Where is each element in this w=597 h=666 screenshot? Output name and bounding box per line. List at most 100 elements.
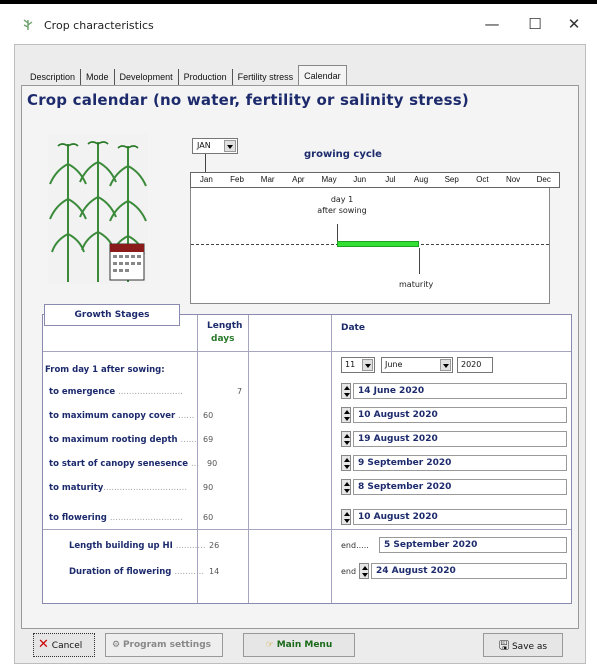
stage-label: to maximum canopy cover xyxy=(49,411,176,421)
tab-development[interactable]: Development xyxy=(115,69,179,85)
month-mar: Mar xyxy=(260,175,275,184)
length-header: Length xyxy=(207,321,243,331)
col-sep-3 xyxy=(331,315,332,603)
tab-mode[interactable]: Mode xyxy=(81,69,115,85)
stage-label: to maximum rooting depth xyxy=(49,435,178,445)
window-title: Crop characteristics xyxy=(44,19,154,32)
tab-production[interactable]: Production xyxy=(179,69,233,85)
header-sep xyxy=(43,351,571,352)
date-header: Date xyxy=(341,323,365,333)
month-aug: Aug xyxy=(413,175,429,184)
stage-label: to emergence xyxy=(49,387,116,397)
main-menu-button[interactable]: ☞ Main Menu xyxy=(243,633,355,657)
stage-dots: ........................... xyxy=(109,513,183,523)
sow-month-select[interactable]: June xyxy=(381,357,453,373)
stage-date: 19 August 2020 xyxy=(353,431,567,447)
from-day1-label: From day 1 after sowing: xyxy=(45,365,165,375)
cancel-label: Cancel xyxy=(51,641,83,651)
end-label: end..... xyxy=(341,541,369,550)
stage-date: 5 September 2020 xyxy=(379,537,567,553)
sow-day-select[interactable]: 11 xyxy=(341,357,375,373)
cancel-button[interactable]: ✕ Cancel xyxy=(33,633,95,657)
day1-label: day 1 after sowing xyxy=(317,195,367,215)
month-jun: Jun xyxy=(353,175,367,184)
stage-length: 60 xyxy=(203,513,214,522)
stage-length: 69 xyxy=(203,435,214,444)
stage-dots: ...... xyxy=(180,435,197,445)
growing-cycle-label: growing cycle xyxy=(304,149,382,160)
minimize-button[interactable]: — xyxy=(480,14,504,34)
close-button[interactable]: ✕ xyxy=(562,14,586,34)
chevron-down-icon[interactable] xyxy=(362,359,373,371)
date-spinner[interactable] xyxy=(359,563,369,579)
month-axis: Jan Feb Mar Apr May Jun Jul Aug Sep Oct … xyxy=(190,172,560,188)
stage-dots: ... xyxy=(190,459,200,469)
bottom-toolbar: ✕ Cancel ⚙ Program settings ☞ Main Menu … xyxy=(21,633,579,659)
stage-label: to start of canopy senesence xyxy=(49,459,189,469)
stage-dots: ........................ xyxy=(118,387,183,397)
day1-marker-line xyxy=(337,224,338,242)
date-spinner[interactable] xyxy=(341,479,351,495)
sow-day-value: 11 xyxy=(345,360,356,369)
sow-month-value: June xyxy=(385,360,403,369)
stage-date: 14 June 2020 xyxy=(353,383,567,399)
date-spinner[interactable] xyxy=(341,383,351,399)
page-title: Crop calendar (no water, fertility or sa… xyxy=(27,91,469,109)
growing-cycle-chart: day 1 after sowing maturity xyxy=(190,188,550,304)
settings-icon: ⚙ xyxy=(112,640,121,650)
days-header: days xyxy=(211,334,235,344)
stage-date: 24 August 2020 xyxy=(371,563,567,579)
chevron-down-icon[interactable] xyxy=(440,359,451,371)
chevron-down-icon[interactable] xyxy=(224,140,236,152)
stage-label: Length building up HI xyxy=(69,541,173,551)
stage-length: 7 xyxy=(237,387,243,396)
month-feb: Feb xyxy=(230,175,244,184)
start-month-value: JAN xyxy=(197,141,211,150)
dialog-body: Description Mode Development Production … xyxy=(14,44,586,664)
save-as-button[interactable]: 🖫 Save as xyxy=(483,633,563,657)
month-nov: Nov xyxy=(505,175,521,184)
month-oct: Oct xyxy=(476,175,489,184)
month-dec: Dec xyxy=(536,175,551,184)
stage-length: 90 xyxy=(207,459,218,468)
growth-stages-button[interactable]: Growth Stages xyxy=(44,304,180,326)
flowering-sep xyxy=(43,529,571,530)
program-settings-button[interactable]: ⚙ Program settings xyxy=(105,633,223,657)
tab-fertility-stress[interactable]: Fertility stress xyxy=(233,69,299,85)
date-spinner[interactable] xyxy=(341,455,351,471)
date-spinner[interactable] xyxy=(341,407,351,423)
stage-label: to flowering xyxy=(49,513,107,523)
stage-date: 10 August 2020 xyxy=(353,509,567,525)
main-menu-label: Main Menu xyxy=(276,640,333,650)
growing-period-bar xyxy=(337,241,419,247)
date-spinner[interactable] xyxy=(341,431,351,447)
stage-label: to maturity xyxy=(49,483,104,493)
stage-date: 8 September 2020 xyxy=(353,479,567,495)
growth-stages-table: Length days Date From day 1 after sowing… xyxy=(42,314,572,604)
start-month-select[interactable]: JAN xyxy=(192,138,238,154)
cancel-x-icon: ✕ xyxy=(38,637,49,652)
month-may: May xyxy=(321,175,337,184)
stage-dots: ........... xyxy=(174,567,205,577)
tab-calendar[interactable]: Calendar xyxy=(298,65,347,85)
month-jan: Jan xyxy=(199,175,213,184)
end-label: end xyxy=(341,567,357,576)
stage-date: 9 September 2020 xyxy=(353,455,567,471)
tab-description[interactable]: Description xyxy=(25,69,82,85)
save-disk-icon: 🖫 xyxy=(498,638,510,652)
maturity-label: maturity xyxy=(399,280,434,289)
stage-label: Duration of flowering xyxy=(69,567,172,577)
stage-length: 14 xyxy=(209,567,220,576)
calendar-panel: Crop calendar (no water, fertility or sa… xyxy=(21,85,579,629)
program-settings-label: Program settings xyxy=(122,640,211,650)
date-spinner[interactable] xyxy=(341,509,351,525)
maximize-button[interactable]: ☐ xyxy=(523,14,547,34)
stage-dots: ...... xyxy=(178,411,195,421)
main-menu-icon: ☞ xyxy=(265,640,274,650)
month-apr: Apr xyxy=(292,175,305,184)
tab-bar: Description Mode Development Production … xyxy=(25,65,347,85)
crop-plant-image xyxy=(48,134,148,284)
stage-dots: ........... xyxy=(175,541,206,551)
sow-year-input[interactable]: 2020 xyxy=(457,357,493,373)
maturity-marker-line xyxy=(419,248,420,274)
